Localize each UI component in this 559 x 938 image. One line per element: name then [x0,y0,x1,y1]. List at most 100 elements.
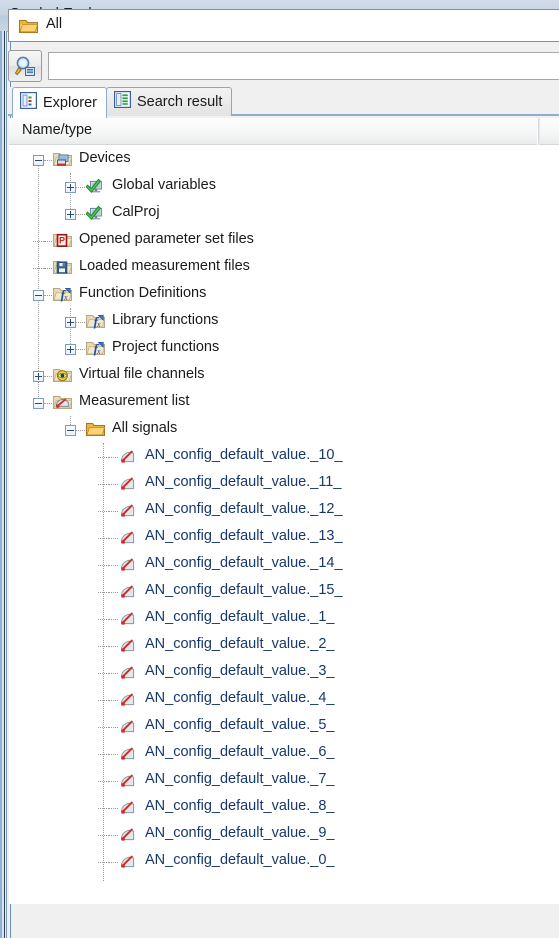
green-check-monitor-icon [86,205,106,223]
tree-connector-line [98,862,109,864]
tree-connector-line [109,538,118,540]
tree-connector-line [109,673,118,675]
tree-connector-line [109,700,118,702]
tree-row[interactable]: AN_config_default_value._6_ [9,741,559,768]
tree-row[interactable]: CalProj [9,201,559,228]
tree-connector-line [109,565,118,567]
collapse-icon[interactable] [65,425,76,436]
tree-row-label: Project functions [112,339,220,355]
parameter-set-folder-icon: P [53,232,73,250]
explorer-icon [19,91,38,114]
tree-connector-line [109,754,118,756]
search-input[interactable] [48,52,559,80]
tree-row-label: Opened parameter set files [79,231,254,247]
signal-gauge-icon [119,664,139,682]
tree-connector-line [76,430,85,432]
tree-row[interactable]: Measurement list [9,390,559,417]
tree-row[interactable]: AN_config_default_value._12_ [9,498,559,525]
tree-row[interactable]: AN_config_default_value._14_ [9,552,559,579]
expand-icon[interactable] [65,182,76,193]
collapse-icon[interactable] [33,398,44,409]
tree-connector-line [98,781,109,783]
tree-connector-line [76,187,85,189]
signal-gauge-icon [119,853,139,871]
tree-connector-line [109,862,118,864]
svg-text:x: x [63,293,68,302]
collapse-icon[interactable] [33,290,44,301]
tab-search-result[interactable]: Search result [106,87,233,116]
tree-connector-line [98,457,109,459]
tree-row-label: Devices [79,150,131,166]
expand-icon[interactable] [65,344,76,355]
tree-row-label: Virtual file channels [79,366,205,382]
tree-row[interactable]: AN_config_default_value._11_ [9,471,559,498]
tree-row[interactable]: f x Library functions [9,309,559,336]
green-check-monitor-icon [86,178,106,196]
tree-row[interactable]: AN_config_default_value._4_ [9,687,559,714]
scope-label: All [46,16,63,32]
tree-row[interactable]: AN_config_default_value._13_ [9,525,559,552]
tree-row-label: AN_config_default_value._12_ [145,501,343,517]
tree-row[interactable]: AN_config_default_value._15_ [9,579,559,606]
signal-gauge-icon [119,826,139,844]
tree-row-label: AN_config_default_value._0_ [145,852,335,868]
tree-row[interactable]: f x Project functions [9,336,559,363]
virtual-channel-folder-icon [53,367,73,385]
tree-row-label: AN_config_default_value._1_ [145,609,335,625]
tree-connector-line [98,565,109,567]
column-header-name[interactable]: Name/type [22,122,92,138]
symbol-explorer-window: Symbol Explorer All [0,0,559,938]
search-button[interactable] [8,50,42,82]
tree-row[interactable]: P Opened parameter set files [9,228,559,255]
tree-row[interactable]: All signals [9,417,559,444]
tab-explorer[interactable]: Explorer [12,87,107,118]
tree-row-label: AN_config_default_value._3_ [145,663,335,679]
tree-row[interactable]: AN_config_default_value._3_ [9,660,559,687]
tree-row-label: AN_config_default_value._5_ [145,717,335,733]
tree-row[interactable]: Virtual file channels [9,363,559,390]
tree-row-label: AN_config_default_value._7_ [145,771,335,787]
tree-row[interactable]: AN_config_default_value._2_ [9,633,559,660]
tree-row[interactable]: AN_config_default_value._9_ [9,822,559,849]
function-folder-icon: fx [86,340,106,358]
tree-row[interactable]: AN_config_default_value._7_ [9,768,559,795]
tree-row-label: AN_config_default_value._13_ [145,528,343,544]
tree-connector-line [109,619,118,621]
tree-row[interactable]: AN_config_default_value._10_ [9,444,559,471]
svg-text:P: P [59,235,65,245]
tree-connector-line [76,322,85,324]
svg-text:x: x [96,320,101,329]
symbol-tree[interactable]: Devices Global variables CalProj P Opened pa… [9,145,559,904]
scope-filter-bar[interactable]: All [8,9,559,42]
tree-connector-line [98,754,109,756]
tree-row[interactable]: Global variables [9,174,559,201]
svg-text:x: x [96,347,101,356]
tree-connector-line [33,268,44,270]
tree-row-label: AN_config_default_value._11_ [145,474,342,490]
tree-row[interactable]: AN_config_default_value._0_ [9,849,559,876]
signal-gauge-icon [119,718,139,736]
signal-gauge-icon [119,610,139,628]
column-separator[interactable] [537,118,540,145]
expand-icon[interactable] [65,317,76,328]
tree-row[interactable]: AN_config_default_value._8_ [9,795,559,822]
search-result-icon [113,90,132,113]
signal-gauge-icon [119,583,139,601]
tree-row[interactable]: AN_config_default_value._1_ [9,606,559,633]
tree-row[interactable]: AN_config_default_value._5_ [9,714,559,741]
tree-row[interactable]: Loaded measurement files [9,255,559,282]
expand-icon[interactable] [65,209,76,220]
tree-column-header: Name/type [9,118,559,145]
tree-row[interactable]: Devices [9,147,559,174]
measurement-list-folder-icon [53,394,73,412]
tree-connector-line [44,241,52,243]
search-icon [14,55,37,83]
tab-search-result-label: Search result [137,94,223,110]
expand-icon[interactable] [33,371,44,382]
signal-gauge-icon [119,745,139,763]
tree-connector-line [98,619,109,621]
tree-row-label: AN_config_default_value._9_ [145,825,335,841]
tree-row[interactable]: f x Function Definitions [9,282,559,309]
function-folder-icon: fx [53,286,73,304]
collapse-icon[interactable] [33,155,44,166]
